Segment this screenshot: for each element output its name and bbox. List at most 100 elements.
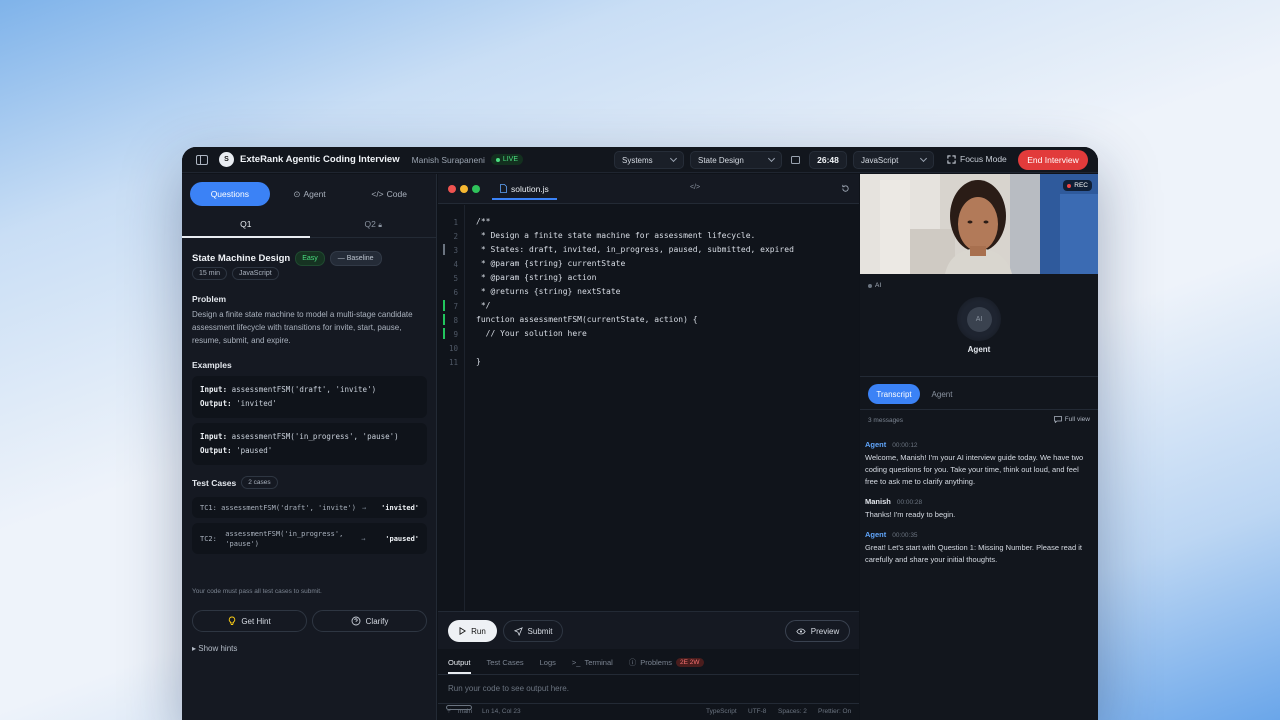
resize-handle[interactable] — [446, 705, 472, 710]
message-text: Great! Let's start with Question 1: Miss… — [865, 543, 1082, 564]
tab-q2-label: Q2 — [364, 219, 376, 229]
test-cases-heading-row: Test Cases 2 cases — [192, 476, 278, 489]
live-label: LIVE — [502, 156, 519, 163]
submit-requirement-note: Your code must pass all test cases to su… — [192, 588, 322, 595]
example-output: 'invited' — [231, 399, 277, 408]
record-dot-icon — [1067, 183, 1072, 188]
live-badge: LIVE — [490, 154, 524, 165]
category-select[interactable]: Systems — [614, 151, 684, 169]
code-line: } — [476, 357, 481, 366]
test-case-expected: 'paused' — [385, 534, 419, 543]
get-hint-button[interactable]: Get Hint — [192, 610, 307, 632]
message-header: Agent 00:00:12 — [865, 440, 1093, 449]
test-case-expected: 'invited' — [381, 503, 419, 512]
input-label: Input: — [200, 385, 228, 394]
lock-icon: 🔒︎ — [378, 222, 382, 229]
transcript-message: Agent 00:00:12 Welcome, Manish! I'm your … — [865, 440, 1093, 488]
status-encoding[interactable]: UTF-8 — [748, 708, 766, 715]
app-title: ExteRank Agentic Coding Interview — [240, 154, 400, 165]
ai-tag: AI — [868, 282, 881, 289]
message-sender: Agent — [865, 440, 887, 449]
segment-questions[interactable]: Questions — [190, 182, 270, 206]
show-hints-toggle[interactable]: ▸ Show hints — [192, 644, 237, 653]
run-label: Run — [471, 626, 486, 636]
question-title-row: State Machine Design Easy — Baseline — [192, 251, 382, 266]
examples-heading: Examples — [192, 360, 232, 370]
tab-transcript[interactable]: Transcript — [868, 384, 920, 404]
tab-problems[interactable]: ⓘ Problems 2E 2W — [629, 650, 704, 675]
message-sender: Manish — [865, 497, 891, 506]
window-maximize-dot — [472, 185, 480, 193]
transcript-tabs: Transcript Agent — [860, 376, 1098, 410]
output-label: Output: — [200, 446, 232, 455]
chat-icon — [1053, 416, 1062, 423]
question-title: State Machine Design — [192, 253, 291, 264]
ai-tag-label: AI — [875, 282, 882, 289]
run-button[interactable]: Run — [448, 620, 497, 642]
line-number: 8 — [453, 316, 458, 325]
clarify-button[interactable]: Clarify — [312, 610, 427, 632]
input-label: Input: — [200, 432, 228, 441]
problem-description: Design a finite state machine to model a… — [192, 310, 413, 345]
tab-agent[interactable]: Agent — [926, 384, 958, 404]
line-number: 6 — [453, 288, 458, 297]
expand-icon — [947, 154, 956, 164]
submit-label: Submit — [527, 626, 553, 636]
sidebar-toggle-icon[interactable] — [196, 154, 208, 165]
transcript-message: Agent 00:00:35 Great! Let's start with Qu… — [865, 530, 1093, 566]
message-text: Welcome, Manish! I'm your AI interview g… — [865, 453, 1084, 486]
test-case-call: assessmentFSM('in_progress', 'pause') — [225, 529, 344, 548]
test-case-call: assessmentFSM('draft', 'invite') — [221, 503, 356, 512]
arrow-right-icon: → — [361, 534, 366, 543]
terminal-icon: >_ — [571, 657, 581, 667]
tab-logs[interactable]: Logs — [540, 651, 556, 674]
end-interview-button[interactable]: End Interview — [1018, 150, 1088, 170]
preview-button[interactable]: Preview — [785, 620, 850, 642]
get-hint-label: Get Hint — [241, 616, 271, 626]
live-dot-icon — [495, 157, 500, 162]
tab-q1[interactable]: Q1 — [182, 212, 310, 238]
keyboard-icon[interactable] — [791, 156, 800, 164]
topic-select[interactable]: State Design — [690, 151, 782, 169]
tab-test-cases[interactable]: Test Cases — [487, 651, 524, 674]
tab-terminal[interactable]: >_ Terminal — [572, 651, 613, 674]
code-line: * States: draft, invited, in_progress, p… — [476, 245, 794, 254]
topic-select-value: State Design — [698, 155, 744, 165]
question-circle-icon — [351, 616, 361, 626]
tab-output[interactable]: Output — [448, 651, 471, 674]
output-placeholder: Run your code to see output here. — [448, 684, 569, 693]
example-output-line: Output: 'paused' — [200, 444, 419, 458]
code-line: // Your solution here — [476, 329, 587, 338]
top-bar: S ExteRank Agentic Coding Interview Mani… — [182, 147, 1098, 173]
line-number: 7 — [453, 302, 458, 311]
example-input-line: Input: assessmentFSM('draft', 'invite') — [200, 383, 419, 397]
line-number: 11 — [448, 358, 458, 367]
full-view-button[interactable]: Full view — [1053, 416, 1090, 423]
submit-button[interactable]: Submit — [503, 620, 563, 642]
test-cases-heading: Test Cases — [192, 477, 237, 488]
file-tab-solution[interactable]: solution.js — [492, 179, 557, 200]
status-cursor-position[interactable]: Ln 14, Col 23 — [482, 708, 521, 715]
segment-code[interactable]: </> Code — [349, 182, 429, 206]
status-prettier[interactable]: Prettier: On — [818, 708, 851, 715]
window-minimize-dot — [460, 185, 468, 193]
agent-avatar-initials: AI — [966, 306, 992, 332]
output-tabs: Output Test Cases Logs >_ Terminal ⓘ Probl… — [438, 650, 859, 675]
segment-agent[interactable]: ⊙ Agent — [270, 182, 350, 206]
reset-icon[interactable] — [841, 184, 850, 193]
status-language[interactable]: TypeScript — [706, 708, 737, 715]
example-input: assessmentFSM('in_progress', 'pause') — [227, 432, 399, 441]
line-number: 10 — [448, 344, 458, 353]
chevron-down-icon — [669, 154, 678, 163]
status-spaces[interactable]: Spaces: 2 — [778, 708, 807, 715]
language-select[interactable]: JavaScript — [853, 151, 934, 169]
code-line: * Design a finite state machine for asse… — [476, 231, 756, 240]
focus-mode-button[interactable]: Focus Mode — [947, 154, 1007, 164]
window-close-dot — [448, 185, 456, 193]
code-area[interactable]: 1 2 3 4 5 6 7 8 9 10 11 /** * Design a finite stat… — [438, 205, 859, 611]
tab-q2[interactable]: Q2 🔒︎ — [310, 212, 438, 237]
warning-circle-icon: ⓘ — [628, 657, 637, 667]
code-format-icon[interactable]: </> — [690, 184, 700, 191]
problems-badge: 2E 2W — [675, 657, 704, 667]
example-input: assessmentFSM('draft', 'invite') — [227, 385, 377, 394]
